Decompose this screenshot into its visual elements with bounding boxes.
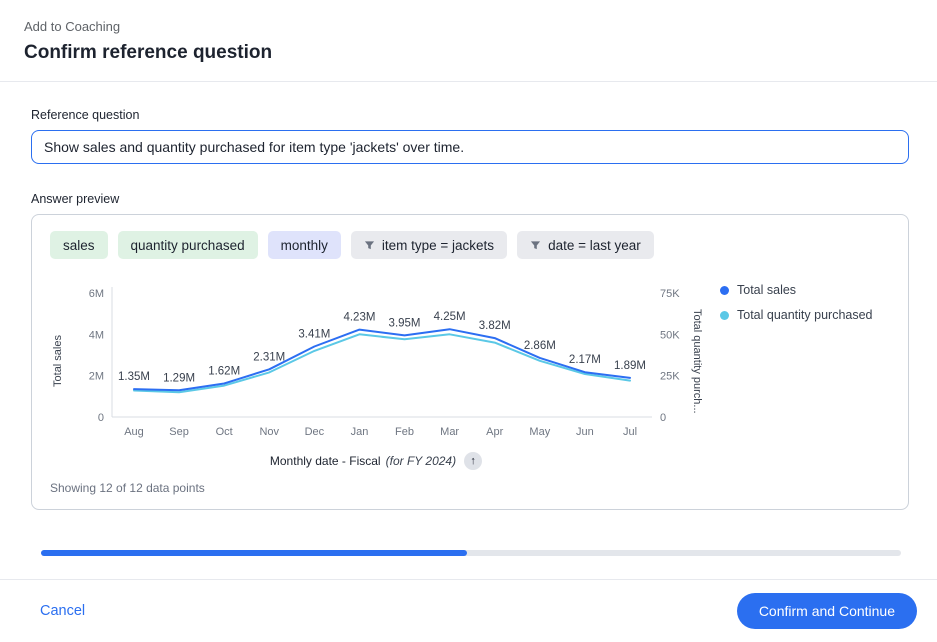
- svg-text:6M: 6M: [89, 288, 104, 300]
- x-axis-title-text: Monthly date - Fiscal: [270, 454, 381, 468]
- svg-text:2.31M: 2.31M: [253, 351, 285, 363]
- svg-text:1.62M: 1.62M: [208, 366, 240, 378]
- svg-text:Aug: Aug: [124, 426, 144, 438]
- token-monthly[interactable]: monthly: [268, 231, 341, 259]
- legend-dot-quantity: [720, 311, 729, 320]
- x-axis-title: Monthly date - Fiscal (for FY 2024) ↑: [66, 451, 686, 471]
- cancel-button[interactable]: Cancel: [40, 603, 85, 619]
- svg-text:4.23M: 4.23M: [343, 312, 375, 324]
- token-label: monthly: [281, 238, 328, 253]
- left-axis-title: Total sales: [52, 335, 64, 387]
- filter-date[interactable]: date = last year: [517, 231, 654, 259]
- svg-text:Apr: Apr: [486, 426, 503, 438]
- chart-area: Total sales 0 2M 4M 6M 0 25K 50K 75K Aug Sep Oct No…: [50, 275, 890, 471]
- svg-text:1.89M: 1.89M: [614, 360, 646, 372]
- svg-text:Oct: Oct: [216, 426, 233, 438]
- svg-text:Jun: Jun: [576, 426, 594, 438]
- answer-preview-label: Answer preview: [31, 192, 909, 206]
- reference-question-label: Reference question: [31, 108, 909, 122]
- confirm-and-continue-button[interactable]: Confirm and Continue: [737, 593, 917, 629]
- token-sales[interactable]: sales: [50, 231, 108, 259]
- token-label: quantity purchased: [131, 238, 245, 253]
- svg-text:1.35M: 1.35M: [118, 371, 150, 383]
- svg-text:75K: 75K: [660, 288, 680, 300]
- chart-legend: Total sales Total quantity purchased: [720, 275, 873, 333]
- dialog-header: Add to Coaching Confirm reference questi…: [0, 0, 937, 82]
- token-label: sales: [63, 238, 95, 253]
- answer-preview-card: sales quantity purchased monthly item ty…: [31, 214, 909, 510]
- svg-text:2.86M: 2.86M: [524, 340, 556, 352]
- svg-text:May: May: [529, 426, 550, 438]
- legend-label: Total quantity purchased: [737, 308, 873, 322]
- filter-label: date = last year: [548, 238, 641, 253]
- svg-text:3.41M: 3.41M: [298, 329, 330, 341]
- x-axis-title-note: (for FY 2024): [386, 454, 456, 468]
- legend-item-total-sales[interactable]: Total sales: [720, 283, 873, 297]
- data-points-footnote: Showing 12 of 12 data points: [50, 481, 890, 495]
- svg-text:Nov: Nov: [259, 426, 279, 438]
- page-title: Confirm reference question: [24, 42, 913, 64]
- svg-text:Dec: Dec: [305, 426, 325, 438]
- svg-text:Jul: Jul: [623, 426, 637, 438]
- svg-text:Mar: Mar: [440, 426, 459, 438]
- svg-text:1.29M: 1.29M: [163, 372, 195, 384]
- svg-text:3.82M: 3.82M: [479, 320, 511, 332]
- funnel-icon: [530, 240, 541, 251]
- legend-label: Total sales: [737, 283, 796, 297]
- right-axis-title: Total quantity purch...: [691, 309, 703, 414]
- query-token-bar: sales quantity purchased monthly item ty…: [50, 231, 890, 259]
- svg-text:Feb: Feb: [395, 426, 414, 438]
- token-quantity-purchased[interactable]: quantity purchased: [118, 231, 258, 259]
- scrollbar-thumb[interactable]: [41, 550, 467, 556]
- svg-text:2.17M: 2.17M: [569, 354, 601, 366]
- svg-text:0: 0: [98, 412, 104, 424]
- svg-text:50K: 50K: [660, 329, 680, 341]
- legend-dot-sales: [720, 286, 729, 295]
- svg-text:2M: 2M: [89, 371, 104, 383]
- svg-text:3.95M: 3.95M: [389, 317, 421, 329]
- svg-text:25K: 25K: [660, 371, 680, 383]
- sort-ascending-icon[interactable]: ↑: [464, 452, 482, 470]
- breadcrumb: Add to Coaching: [24, 19, 913, 34]
- horizontal-scrollbar: [41, 550, 901, 556]
- dialog-footer: Cancel Confirm and Continue: [0, 579, 937, 642]
- legend-item-total-quantity[interactable]: Total quantity purchased: [720, 308, 873, 322]
- filter-label: item type = jackets: [382, 238, 494, 253]
- answer-line-chart[interactable]: 0 2M 4M 6M 0 25K 50K 75K Aug Sep Oct Nov Dec Jan Feb Ma…: [66, 275, 686, 447]
- filter-item-type[interactable]: item type = jackets: [351, 231, 507, 259]
- svg-text:0: 0: [660, 412, 666, 424]
- reference-question-input[interactable]: [31, 130, 909, 164]
- dialog-body: Reference question Answer preview sales …: [0, 82, 937, 579]
- svg-text:Jan: Jan: [351, 426, 369, 438]
- svg-text:Sep: Sep: [169, 426, 189, 438]
- funnel-icon: [364, 240, 375, 251]
- svg-text:4.25M: 4.25M: [434, 311, 466, 323]
- svg-text:4M: 4M: [89, 329, 104, 341]
